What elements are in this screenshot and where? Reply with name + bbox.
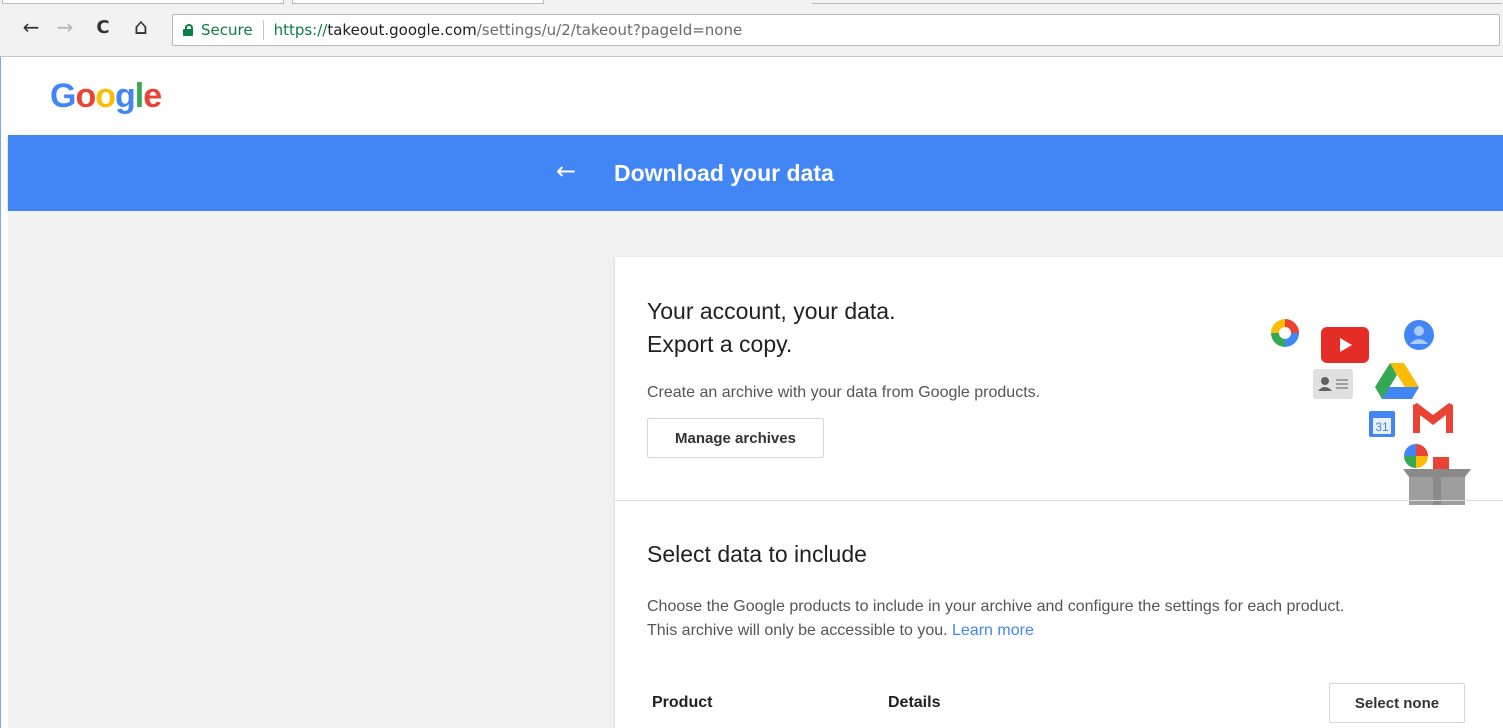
section-divider: [615, 500, 1503, 501]
manage-archives-button[interactable]: Manage archives: [647, 418, 824, 458]
forward-arrow-icon: →: [56, 15, 74, 39]
contacts-icon: [1313, 369, 1353, 399]
drive-icon: [1375, 363, 1419, 399]
security-label: Secure: [201, 21, 253, 39]
lock-icon: [183, 24, 193, 36]
logo-letter: G: [50, 77, 76, 115]
omnibox-separator: [262, 20, 264, 40]
learn-more-link[interactable]: Learn more: [952, 622, 1034, 639]
photos-icon: [1271, 319, 1299, 347]
takeout-card: Your account, your data. Export a copy. …: [615, 257, 1503, 728]
details-column-header: Details: [888, 694, 941, 711]
intro-headline: Your account, your data. Export a copy.: [647, 295, 896, 361]
description-line-2-text: This archive will only be accessible to …: [647, 622, 948, 639]
url-host: takeout.google.com: [327, 21, 477, 39]
headline-line-2: Export a copy.: [647, 331, 793, 357]
youtube-icon: [1321, 327, 1369, 363]
gmail-icon: [1413, 403, 1453, 433]
logo-letter: g: [115, 77, 136, 115]
reload-button[interactable]: C: [90, 14, 116, 40]
back-arrow-icon: ←: [22, 15, 40, 39]
intro-subtext: Create an archive with your data from Go…: [647, 384, 1041, 401]
profile-icon: [1404, 320, 1434, 350]
logo-letter: e: [143, 77, 162, 115]
url-text: https://takeout.google.com/settings/u/2/…: [274, 21, 743, 39]
logo-letter: o: [75, 77, 96, 115]
reload-icon: C: [96, 16, 110, 38]
browser-toolbar: ← → C ⌂ Secure https://takeout.google.co…: [0, 4, 1503, 57]
logo-letter: o: [95, 77, 116, 115]
logo-letter: l: [134, 77, 145, 115]
select-data-description: Choose the Google products to include in…: [647, 595, 1487, 643]
address-bar[interactable]: Secure https://takeout.google.com/settin…: [172, 14, 1500, 46]
google-logo[interactable]: Google: [50, 77, 162, 116]
products-illustration: 31: [1263, 305, 1503, 505]
calendar-day-label: 31: [1375, 420, 1389, 434]
description-line-2: This archive will only be accessible to …: [647, 619, 1487, 643]
calendar-icon: 31: [1369, 411, 1395, 437]
title-bar: ← Download your data: [8, 135, 1503, 211]
page-edge: [0, 57, 8, 728]
archive-box-icon: [1403, 457, 1471, 505]
headline-line-1: Your account, your data.: [647, 298, 896, 324]
home-button[interactable]: ⌂: [128, 14, 154, 40]
back-arrow-icon[interactable]: ←: [556, 157, 576, 185]
url-scheme: https://: [273, 21, 328, 39]
page-header: Google: [8, 57, 1503, 135]
select-none-button[interactable]: Select none: [1329, 683, 1465, 723]
url-path: /settings/u/2/takeout?pageId=none: [476, 21, 743, 39]
select-data-title: Select data to include: [647, 541, 867, 567]
product-column-header: Product: [652, 694, 713, 711]
home-icon: ⌂: [134, 14, 148, 40]
description-line-1: Choose the Google products to include in…: [647, 598, 1345, 615]
page-title: Download your data: [614, 160, 834, 186]
back-button[interactable]: ←: [18, 14, 44, 40]
forward-button[interactable]: →: [52, 14, 78, 40]
